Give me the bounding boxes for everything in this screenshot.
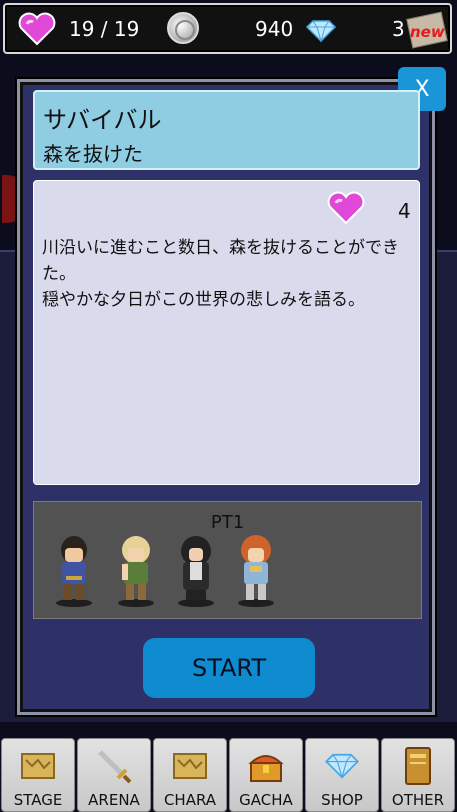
hp-value: 19 / 19 (69, 17, 140, 41)
stage-description: 川沿いに進むこと数日、森を抜けることができた。 穏やかな夕日がこの世界の悲しみを… (42, 238, 399, 310)
coin-icon (167, 12, 199, 44)
stage-subtitle: 森を抜けた (43, 142, 143, 166)
heart-icon (17, 12, 57, 50)
nav-shop[interactable]: SHOP (305, 738, 379, 812)
status-bar: 19 / 19 940 3 new (3, 3, 452, 54)
nav-label: CHARA (163, 791, 217, 809)
nav-arena[interactable]: ARENA (77, 738, 151, 812)
stamina-cost: 4 (398, 199, 411, 223)
nav-label: STAGE (13, 791, 63, 809)
map-scroll-icon (154, 745, 226, 787)
character-sprite-3 (178, 536, 214, 607)
character-sprite-1 (56, 536, 92, 607)
diamond-icon (306, 745, 378, 787)
nav-label: ARENA (88, 791, 140, 809)
nav-gacha[interactable]: GACHA (229, 738, 303, 812)
description-card: 4 川沿いに進むこと数日、森を抜けることができた。 穏やかな夕日がこの世界の悲し… (33, 180, 420, 485)
nav-other[interactable]: OTHER (381, 738, 455, 812)
character-sprite-2 (118, 536, 154, 607)
nav-label: GACHA (239, 791, 293, 809)
stage-title: サバイバル (43, 106, 162, 134)
treasure-chest-icon (230, 745, 302, 787)
book-icon (382, 745, 454, 787)
bottom-nav: STAGE ARENA CHARA GACHA SHOP OTHER (0, 734, 457, 812)
party-panel[interactable]: PT1 (33, 501, 422, 619)
party-label: PT1 (210, 512, 245, 533)
coin-count: 940 (255, 17, 294, 41)
start-button[interactable]: START (143, 638, 315, 698)
diamond-icon (305, 19, 337, 47)
title-card: サバイバル 森を抜けた (33, 90, 420, 170)
nav-label: OTHER (391, 791, 445, 809)
nav-chara[interactable]: CHARA (153, 738, 227, 812)
new-badge: new (410, 23, 445, 41)
nav-label: SHOP (321, 791, 363, 809)
sword-icon (78, 745, 150, 787)
nav-stage[interactable]: STAGE (1, 738, 75, 812)
heart-icon (326, 191, 366, 229)
gem-count: 3 (392, 17, 405, 41)
character-sprite-4 (238, 535, 274, 607)
map-scroll-icon (2, 745, 74, 787)
